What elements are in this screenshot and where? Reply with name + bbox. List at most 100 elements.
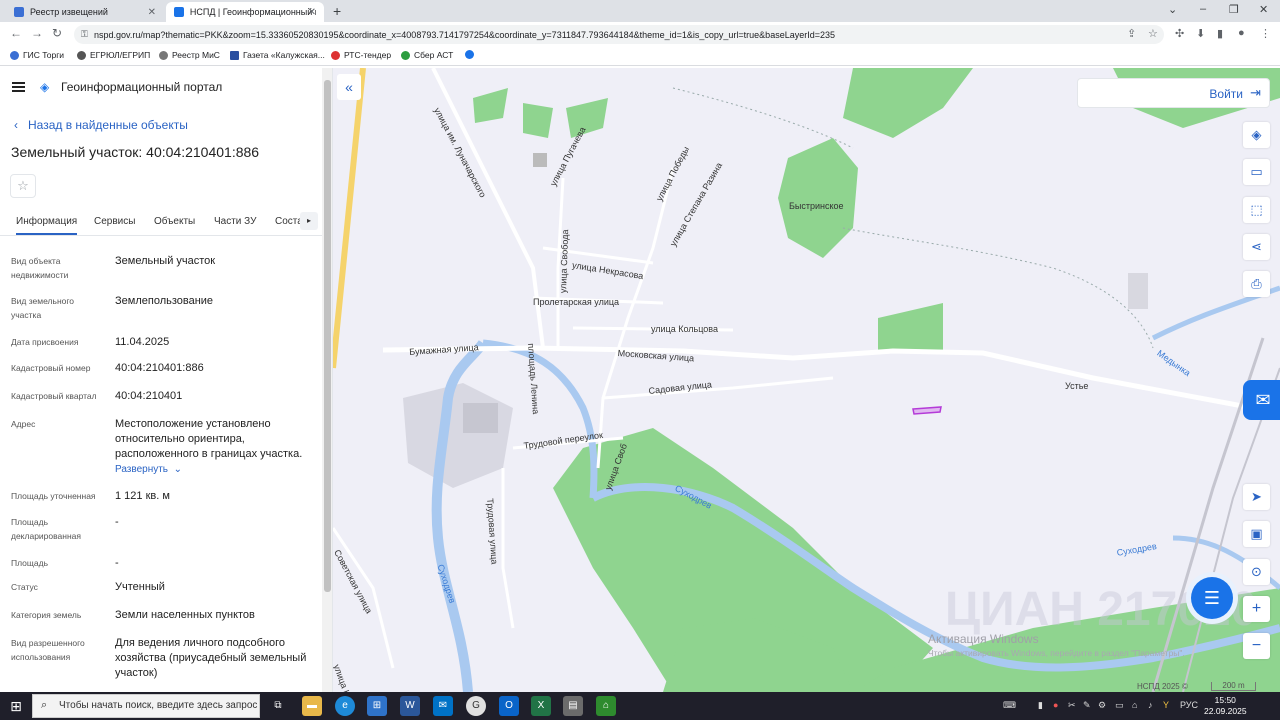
chat-icon[interactable]: ✉ [1243,380,1280,420]
windows-start-icon[interactable]: ⊞ [0,692,32,720]
yandex-icon[interactable]: Y [1163,700,1169,710]
street-label: Пролетарская улица [533,297,620,307]
download-icon[interactable]: ⬇ [1196,27,1205,40]
lock-icon: ⚿ [81,29,88,39]
edge-icon[interactable]: e [335,696,355,716]
bookmark-item[interactable]: ГИС Торги [10,50,64,60]
tab-registry[interactable]: Реестр извещений ✕ [6,2,164,22]
network-icon[interactable]: ⌂ [1132,700,1137,710]
menu-icon[interactable] [12,82,25,92]
field-row: Площадь декларированная - [11,516,119,541]
print-icon[interactable]: ⎙ [1243,271,1270,297]
menu-icon[interactable]: ⋮ [1260,27,1271,40]
login-button[interactable]: Войти ⇥ [1077,78,1270,108]
tray-icon[interactable]: ✂ [1068,700,1076,711]
excel-icon[interactable]: X [531,696,551,716]
back-to-results-link[interactable]: ‹ Назад в найденные объекты [14,118,188,132]
selected-parcel [912,406,942,415]
locate-icon[interactable]: ➤ [1243,484,1270,510]
bookmark-star-icon[interactable]: ☆ [1148,27,1158,40]
store-icon[interactable]: ⊞ [367,696,387,716]
expand-link[interactable]: Развернуть ⌄ [115,464,182,475]
close-window-icon[interactable]: ✕ [1259,3,1268,16]
tab-label: НСПД | Геоинформационный п [189,7,316,17]
layers-icon[interactable]: ◈ [1243,122,1270,148]
street-label: улица Кольцова [651,324,718,334]
tab-nspd[interactable]: НСПД | Геоинформационный п ✕ [166,2,324,22]
browser-toolbar: ← → ↻ ⚿ nspd.gov.ru/map?thematic=PKK&zoo… [0,22,1280,46]
app-icon[interactable]: ▤ [563,696,583,716]
search-location-icon[interactable]: ⊙ [1243,559,1270,585]
zoom-in-button[interactable]: + [1243,596,1270,622]
tray-icon[interactable]: ● [1053,700,1058,710]
map-scale: 200 m [1211,682,1256,691]
tab-services[interactable]: Сервисы [94,216,135,227]
place-label: Устье [1065,381,1089,391]
close-icon[interactable]: ✕ [308,7,316,18]
keyboard-icon[interactable]: ⌨ [1003,700,1016,711]
field-row: Статус Учтенный [11,581,165,593]
tab-strip: Реестр извещений ✕ НСПД | Геоинформацион… [0,0,1280,22]
bookmark-icon [10,50,19,60]
home-app-icon[interactable]: ⌂ [596,696,616,716]
close-icon[interactable]: ✕ [148,7,156,18]
bookmark-item[interactable]: Газета «Калужская... [230,50,325,60]
url-text: nspd.gov.ru/map?thematic=PKK&zoom=15.333… [94,29,835,40]
bookmarks-bar: ГИС Торги ЕГРЮЛ/ЕГРИП Реестр МиС Газета … [0,46,1280,66]
minimap-icon[interactable]: ▣ [1243,521,1270,547]
assistant-chat-button[interactable]: ☰ [1186,572,1238,624]
share-icon[interactable]: ⋖ [1243,234,1270,260]
bookmark-item[interactable] [465,50,478,59]
forward-icon[interactable]: → [31,26,43,40]
building [533,153,547,167]
language-indicator[interactable]: РУС [1180,700,1198,710]
site-icon [174,7,184,17]
select-area-icon[interactable]: ⬚ [1243,197,1270,223]
zoom-out-button[interactable]: − [1243,633,1270,659]
collapse-panel-icon[interactable]: « [337,74,361,100]
bookmark-item[interactable]: Сбер АСТ [401,50,453,60]
tray-icon[interactable]: ⚙ [1098,700,1106,711]
battery-icon[interactable]: ▭ [1115,700,1124,711]
panel-scrollbar[interactable] [322,68,332,692]
road [382,345,1280,416]
tray-icon[interactable]: ▮ [1038,700,1043,711]
bookmark-item[interactable]: Реестр МиС [159,50,220,60]
forest-area [473,88,508,123]
bookmark-item[interactable]: ЕГРЮЛ/ЕГРИП [77,50,150,60]
share-icon[interactable]: ⇪ [1127,27,1136,40]
bookmark-icon [77,50,86,60]
back-icon[interactable]: ← [10,26,22,40]
word-icon[interactable]: W [400,696,420,716]
extensions-icon[interactable]: ✣ [1175,27,1184,40]
favorite-star-icon[interactable]: ☆ [10,174,36,198]
activation-title: Активация Windows [928,632,1039,646]
tab-parts[interactable]: Части ЗУ [214,216,256,227]
tab-info[interactable]: Информация [16,216,78,235]
mail-icon[interactable]: ✉ [433,696,453,716]
field-row: Кадастровый номер 40:04:210401:886 [11,362,204,374]
new-tab-icon[interactable]: + [333,3,341,19]
sidepanel-icon[interactable]: ▮ [1217,27,1223,40]
tab-composition[interactable]: Соста [275,216,303,227]
chrome-icon[interactable]: G [466,696,486,716]
tab-objects[interactable]: Объекты [154,216,195,227]
volume-icon[interactable]: ♪ [1148,700,1153,710]
restore-icon[interactable]: ❐ [1229,3,1239,16]
map-copyright: НСПД 2025 © [1137,682,1188,691]
outlook-icon[interactable]: O [499,696,519,716]
map-canvas[interactable]: улица им. Луначарского улица Пугачева ул… [333,68,1280,692]
bookmark-item[interactable]: РТС-тендер [331,50,391,60]
minimize-icon[interactable]: – [1200,3,1206,15]
tabs-scroll-right-icon[interactable]: ▸ [300,212,318,230]
address-bar[interactable]: ⚿ nspd.gov.ru/map?thematic=PKK&zoom=15.3… [74,25,1164,44]
chevron-down-icon[interactable]: ⌄ [1168,3,1177,16]
taskbar-search[interactable]: ⌕ Чтобы начать поиск, введите здесь запр… [32,694,260,718]
ruler-icon[interactable]: ▭ [1243,159,1270,185]
file-explorer-icon[interactable]: ▬ [302,696,322,716]
tray-icon[interactable]: ✎ [1083,700,1091,711]
profile-icon[interactable]: ● [1238,27,1245,39]
reload-icon[interactable]: ↻ [52,26,62,40]
clock[interactable]: 15:50 22.09.2025 [1204,695,1247,717]
task-view-icon[interactable]: ⧉ [268,696,288,716]
